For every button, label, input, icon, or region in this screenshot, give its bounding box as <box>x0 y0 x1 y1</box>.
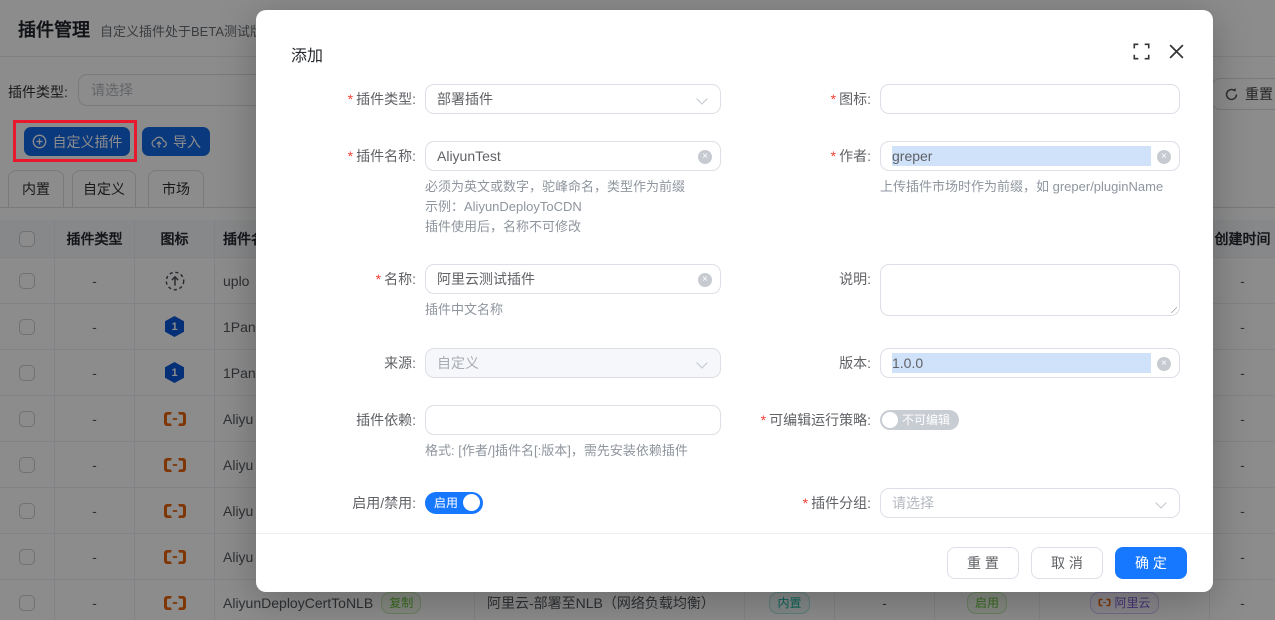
reset-button[interactable]: 重 置 <box>947 547 1019 579</box>
enabled-label: 启用/禁用: <box>352 495 416 511</box>
dependency-input[interactable] <box>425 405 721 435</box>
editable-policy-label: 可编辑运行策略: <box>769 412 871 428</box>
description-label: 说明: <box>839 271 871 287</box>
fullscreen-icon[interactable] <box>1133 43 1150 60</box>
chevron-down-icon <box>696 93 707 104</box>
cancel-button[interactable]: 取 消 <box>1031 547 1103 579</box>
screen: 插件管理 自定义插件处于BETA测试版， 插件类型: 请选择 重置 自定义插件 … <box>0 0 1275 620</box>
source-label: 来源: <box>384 355 416 371</box>
clear-icon[interactable]: × <box>1157 150 1171 164</box>
selected-text: 1.0.0 <box>892 353 1151 373</box>
annotation-highlight-box <box>13 120 137 162</box>
version-input[interactable]: 1.0.0 × <box>880 348 1180 378</box>
version-label: 版本: <box>839 355 871 371</box>
group-label: 插件分组: <box>811 495 871 511</box>
author-help: 上传插件市场时作为前缀，如 greper/pluginName <box>880 177 1180 197</box>
dialog-title: 添加 <box>291 42 323 66</box>
icon-input[interactable] <box>880 84 1180 114</box>
selected-text: greper <box>892 146 1151 166</box>
cn-name-label: 名称: <box>384 271 416 287</box>
plugin-name-label: 插件名称: <box>356 148 416 164</box>
add-plugin-dialog: 添加 *插件类型: 部署插件 *图标: <box>256 10 1213 592</box>
source-select: 自定义 <box>425 348 721 378</box>
author-input[interactable]: greper × <box>880 141 1180 171</box>
clear-icon[interactable]: × <box>698 273 712 287</box>
description-textarea[interactable] <box>880 264 1180 316</box>
cn-name-input[interactable]: 阿里云测试插件 × <box>425 264 721 294</box>
toggle-knob <box>463 494 480 511</box>
editable-policy-toggle[interactable]: 不可编辑 <box>880 410 959 430</box>
toggle-knob <box>882 412 898 428</box>
enabled-toggle[interactable]: 启用 <box>425 492 483 514</box>
dialog-form: *插件类型: 部署插件 *图标: *插件名称: Al <box>256 84 1213 545</box>
dependency-label: 插件依赖: <box>356 412 416 428</box>
plugin-name-input[interactable]: AliyunTest × <box>425 141 721 171</box>
ok-button[interactable]: 确 定 <box>1115 547 1187 579</box>
plugin-type-label: 插件类型: <box>356 91 416 107</box>
author-label: 作者: <box>839 148 871 164</box>
chevron-down-icon <box>1155 497 1166 508</box>
icon-label: 图标: <box>839 91 871 107</box>
close-icon[interactable] <box>1168 43 1185 60</box>
chevron-down-icon <box>696 357 707 368</box>
clear-icon[interactable]: × <box>1157 357 1171 371</box>
clear-icon[interactable]: × <box>698 150 712 164</box>
dependency-help: 格式: [作者/]插件名[:版本]，需先安装依赖插件 <box>425 441 721 461</box>
group-select[interactable]: 请选择 <box>880 488 1180 518</box>
plugin-name-help: 必须为英文或数字，驼峰命名，类型作为前缀 示例：AliyunDeployToCD… <box>425 177 721 237</box>
dialog-footer: 重 置 取 消 确 定 <box>256 533 1213 592</box>
plugin-type-select[interactable]: 部署插件 <box>425 84 721 114</box>
cn-name-help: 插件中文名称 <box>425 300 721 320</box>
